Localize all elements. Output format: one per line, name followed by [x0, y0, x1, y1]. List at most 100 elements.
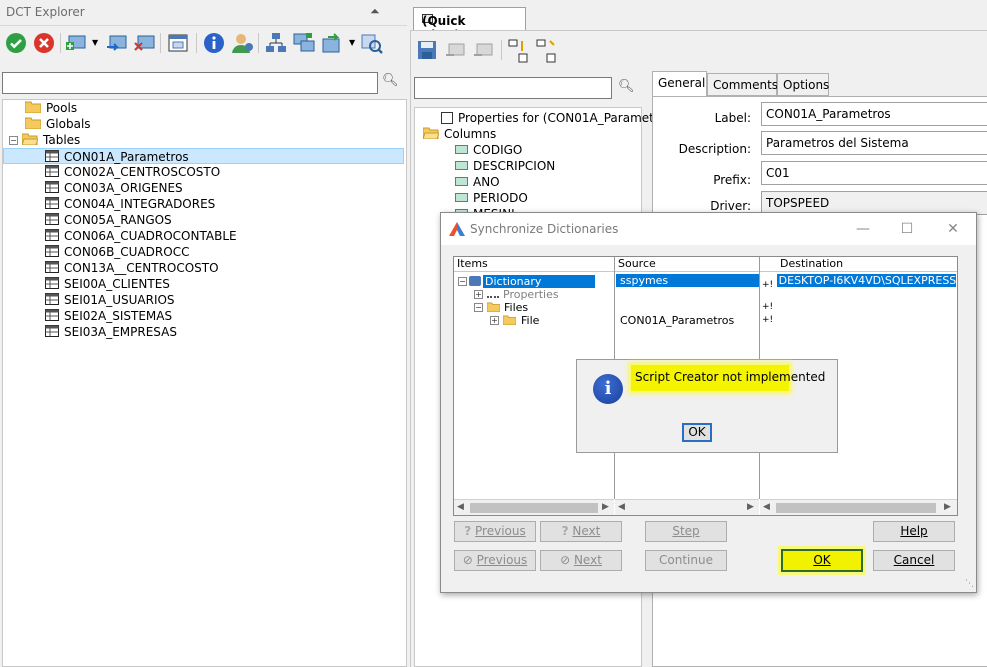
table-item[interactable]: SEI03A_EMPRESAS: [45, 324, 177, 340]
window-icon[interactable]: [166, 31, 190, 55]
items-scrollbar[interactable]: ◀ ▶: [454, 499, 614, 515]
button-label: OK: [813, 553, 831, 567]
tree-node-globals[interactable]: Globals: [25, 116, 91, 132]
column-item[interactable]: DESCRIPCION: [455, 158, 555, 174]
quick-view-search-input[interactable]: [414, 77, 612, 99]
explorer-tree[interactable]: Pools Globals − Tables CON01A_Parametros C…: [2, 99, 407, 667]
table-item[interactable]: CON04A_INTEGRADORES: [45, 196, 215, 212]
tab-general[interactable]: General: [652, 71, 707, 96]
tree-node-properties[interactable]: Properties for (CON01A_Parametr: [441, 110, 659, 126]
tree-node-columns[interactable]: Columns: [423, 126, 496, 142]
scroll-right-icon[interactable]: ▶: [602, 502, 609, 512]
move-down-icon[interactable]: [536, 39, 558, 63]
link-icon[interactable]: [104, 31, 128, 55]
table-item[interactable]: CON01A_Parametros: [3, 148, 404, 164]
search-icon[interactable]: 🔍︎: [618, 79, 635, 94]
table-item[interactable]: CON03A_ORIGENES: [45, 180, 183, 196]
search-icon[interactable]: 🔍︎: [382, 73, 402, 93]
column-item[interactable]: PERIODO: [455, 190, 528, 206]
scroll-right-icon[interactable]: ▶: [747, 502, 754, 512]
search-icon[interactable]: [360, 31, 384, 55]
step-button[interactable]: Step: [645, 521, 727, 542]
table-item[interactable]: CON06A_CUADROCONTABLE: [45, 228, 237, 244]
column-header-destination[interactable]: Destination: [760, 257, 957, 272]
continue-button[interactable]: Continue: [645, 550, 727, 571]
user-icon[interactable]: [230, 31, 254, 55]
destination-cell-file[interactable]: +!: [762, 314, 773, 327]
tree-node-pools[interactable]: Pools: [25, 100, 77, 116]
tree-row-properties[interactable]: + Properties: [474, 288, 559, 301]
save-icon[interactable]: [417, 40, 437, 60]
ok-button[interactable]: OK: [781, 549, 863, 572]
table-item[interactable]: CON02A_CENTROSCOSTO: [45, 164, 220, 180]
undo-table-icon[interactable]: [445, 42, 465, 60]
tab-comments[interactable]: Comments: [707, 73, 778, 96]
button-label: Help: [900, 524, 928, 538]
scroll-thumb[interactable]: [776, 503, 936, 513]
column-header-items[interactable]: Items: [454, 257, 614, 272]
tree-row-dictionary[interactable]: − Dictionary: [458, 275, 595, 288]
tab-quick-view[interactable]: (Quick View): [413, 7, 526, 42]
scroll-right-icon[interactable]: ▶: [944, 502, 951, 512]
tree-row-file[interactable]: + File: [490, 314, 539, 327]
scroll-left-icon[interactable]: ◀: [457, 502, 464, 512]
explorer-search-input[interactable]: [2, 72, 378, 94]
table-item[interactable]: CON13A__CENTROCOSTO: [45, 260, 219, 276]
close-icon[interactable]: ✕: [931, 217, 975, 241]
scroll-left-icon[interactable]: ◀: [763, 502, 770, 512]
collapse-icon[interactable]: −: [474, 303, 483, 312]
info-icon[interactable]: [202, 31, 226, 55]
check-icon[interactable]: [4, 31, 28, 55]
redo-table-icon[interactable]: [473, 42, 493, 60]
table-item[interactable]: SEI01A_USUARIOS: [45, 292, 175, 308]
maximize-icon[interactable]: ☐: [885, 217, 929, 241]
source-cell-file[interactable]: CON01A_Parametros: [620, 314, 734, 327]
cancel-button[interactable]: Cancel: [873, 550, 955, 571]
message-ok-button[interactable]: OK: [682, 423, 712, 442]
scroll-left-icon[interactable]: ◀: [618, 502, 625, 512]
column-item[interactable]: ANO: [455, 174, 500, 190]
minimize-icon[interactable]: —: [841, 217, 885, 241]
tree-row-files[interactable]: − Files: [474, 301, 528, 314]
tab-options[interactable]: Options: [777, 73, 829, 96]
table-item[interactable]: SEI02A_SISTEMAS: [45, 308, 172, 324]
previous-question-button[interactable]: ? Previous: [454, 521, 536, 542]
remove-icon[interactable]: [132, 31, 156, 55]
description-field[interactable]: Parametros del Sistema: [761, 131, 987, 155]
source-cell-dictionary[interactable]: sspymes: [616, 274, 759, 287]
expand-icon[interactable]: +: [490, 316, 499, 325]
destination-scrollbar[interactable]: ◀ ▶: [760, 499, 957, 515]
table-item[interactable]: CON05A_RANGOS: [45, 212, 172, 228]
collapse-icon[interactable]: −: [9, 136, 18, 145]
dct-explorer-pane: DCT Explorer ⏶ ▼ ▼ 🔍︎ Pools Globals − Ta…: [0, 0, 407, 667]
move-up-icon[interactable]: [508, 39, 530, 63]
collapse-icon[interactable]: −: [458, 277, 467, 286]
hierarchy-icon[interactable]: [264, 31, 288, 55]
tree-node-tables[interactable]: − Tables: [9, 132, 80, 148]
prefix-field[interactable]: C01: [761, 161, 987, 185]
table-item-label: SEI00A_CLIENTES: [64, 277, 170, 291]
resize-grip-icon[interactable]: ⋱: [965, 579, 974, 589]
destination-cell-files[interactable]: +!: [762, 301, 773, 314]
column-item-label: PERIODO: [473, 191, 528, 205]
help-button[interactable]: Help: [873, 521, 955, 542]
scroll-thumb[interactable]: [470, 503, 598, 513]
tables-icon[interactable]: [292, 31, 316, 55]
export-icon[interactable]: [320, 31, 344, 55]
add-table-icon[interactable]: [64, 31, 88, 55]
previous-button[interactable]: ⊘ Previous: [454, 550, 536, 571]
next-question-button[interactable]: ? Next: [540, 521, 622, 542]
source-scrollbar[interactable]: ◀ ▶: [615, 499, 759, 515]
cancel-icon[interactable]: [32, 31, 56, 55]
dropdown-arrow-icon[interactable]: ▼: [349, 38, 355, 47]
label-field[interactable]: CON01A_Parametros: [761, 102, 987, 126]
column-header-source[interactable]: Source: [615, 257, 759, 272]
destination-cell-dictionary[interactable]: +! DESKTOP-I6KV4VD\SQLEXPRESS,: [760, 274, 957, 290]
next-button[interactable]: ⊘ Next: [540, 550, 622, 571]
expand-icon[interactable]: +: [474, 290, 483, 299]
column-item[interactable]: CODIGO: [455, 142, 522, 158]
dropdown-arrow-icon[interactable]: ▼: [92, 38, 98, 47]
table-item[interactable]: SEI00A_CLIENTES: [45, 276, 170, 292]
pin-icon[interactable]: ⏶: [370, 4, 380, 19]
table-item[interactable]: CON06B_CUADROCC: [45, 244, 189, 260]
